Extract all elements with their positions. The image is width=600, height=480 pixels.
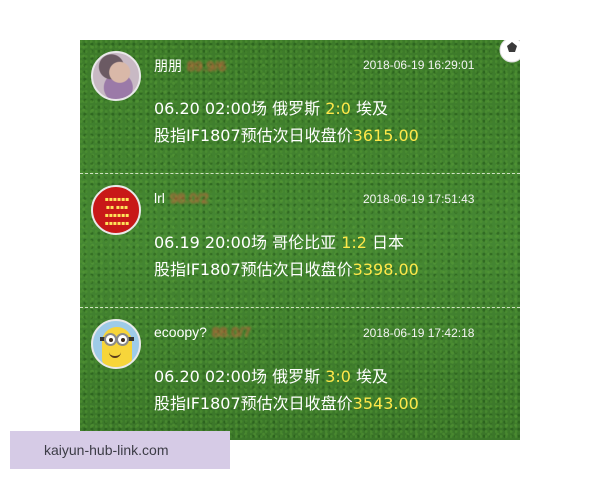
timestamp: 2018-06-19 16:29:01	[363, 58, 475, 72]
user-avatar[interactable]: ▪▪▪▪▪▪ ▪▪ ▪▪▪ ▪▪▪▪▪▪ ▪▪▪▪▪▪	[91, 185, 141, 235]
username[interactable]: 朋朋 89.9/6	[154, 56, 226, 76]
user-score: 89.9/6	[187, 58, 226, 74]
match-info: 06.20 02:00场 俄罗斯	[154, 367, 326, 386]
match-opponent: 埃及	[350, 99, 389, 118]
forecast-value: 3543.00	[352, 394, 419, 413]
match-prediction: 06.19 20:00场 哥伦比亚 1:2 日本	[154, 229, 404, 253]
user-avatar[interactable]	[91, 51, 141, 101]
username[interactable]: ecoopy? 88.0/7	[154, 324, 251, 340]
match-prediction: 06.20 02:00场 俄罗斯 3:0 埃及	[154, 363, 388, 387]
comment-item: ▪▪▪▪▪▪ ▪▪ ▪▪▪ ▪▪▪▪▪▪ ▪▪▪▪▪▪ lrl 98.0/2 2018-…	[80, 174, 520, 308]
username-text[interactable]: lrl	[154, 190, 165, 206]
timestamp: 2018-06-19 17:51:43	[363, 192, 475, 206]
avatar-calligraphy: ▪▪▪▪▪▪ ▪▪ ▪▪▪ ▪▪▪▪▪▪ ▪▪▪▪▪▪	[104, 196, 130, 227]
comment-item: ecoopy? 88.0/7 2018-06-19 17:42:18 06.20 …	[80, 308, 520, 440]
match-info: 06.19 20:00场 哥伦比亚	[154, 233, 342, 252]
comment-item: 朋朋 89.9/6 2018-06-19 16:29:01 06.20 02:00…	[80, 40, 520, 174]
forecast-label: 股指IF1807预估次日收盘价	[154, 126, 353, 145]
match-info: 06.20 02:00场 俄罗斯	[154, 99, 326, 118]
forecast-value: 3615.00	[352, 126, 419, 145]
index-forecast: 股指IF1807预估次日收盘价3543.00	[154, 390, 419, 414]
watermark-banner: kaiyun-hub-link.com	[10, 431, 230, 469]
match-score: 3:0	[325, 367, 351, 386]
match-opponent: 日本	[366, 233, 405, 252]
user-avatar[interactable]	[91, 319, 141, 369]
watermark-text: kaiyun-hub-link.com	[44, 442, 169, 458]
forecast-label: 股指IF1807预估次日收盘价	[154, 260, 353, 279]
user-score: 88.0/7	[211, 324, 251, 340]
index-forecast: 股指IF1807预估次日收盘价3398.00	[154, 256, 419, 280]
minion-eye	[116, 333, 129, 346]
forecast-value: 3398.00	[352, 260, 419, 279]
timestamp: 2018-06-19 17:42:18	[363, 326, 475, 340]
username-text[interactable]: ecoopy?	[154, 324, 207, 340]
user-score: 98.0/2	[169, 190, 209, 206]
match-score: 1:2	[341, 233, 367, 252]
comment-board: 朋朋 89.9/6 2018-06-19 16:29:01 06.20 02:00…	[80, 40, 520, 440]
match-prediction: 06.20 02:00场 俄罗斯 2:0 埃及	[154, 95, 388, 119]
index-forecast: 股指IF1807预估次日收盘价3615.00	[154, 122, 419, 146]
username[interactable]: lrl 98.0/2	[154, 190, 209, 206]
match-opponent: 埃及	[350, 367, 389, 386]
match-score: 2:0	[325, 99, 351, 118]
forecast-label: 股指IF1807预估次日收盘价	[154, 394, 353, 413]
username-text[interactable]: 朋朋	[154, 58, 182, 74]
